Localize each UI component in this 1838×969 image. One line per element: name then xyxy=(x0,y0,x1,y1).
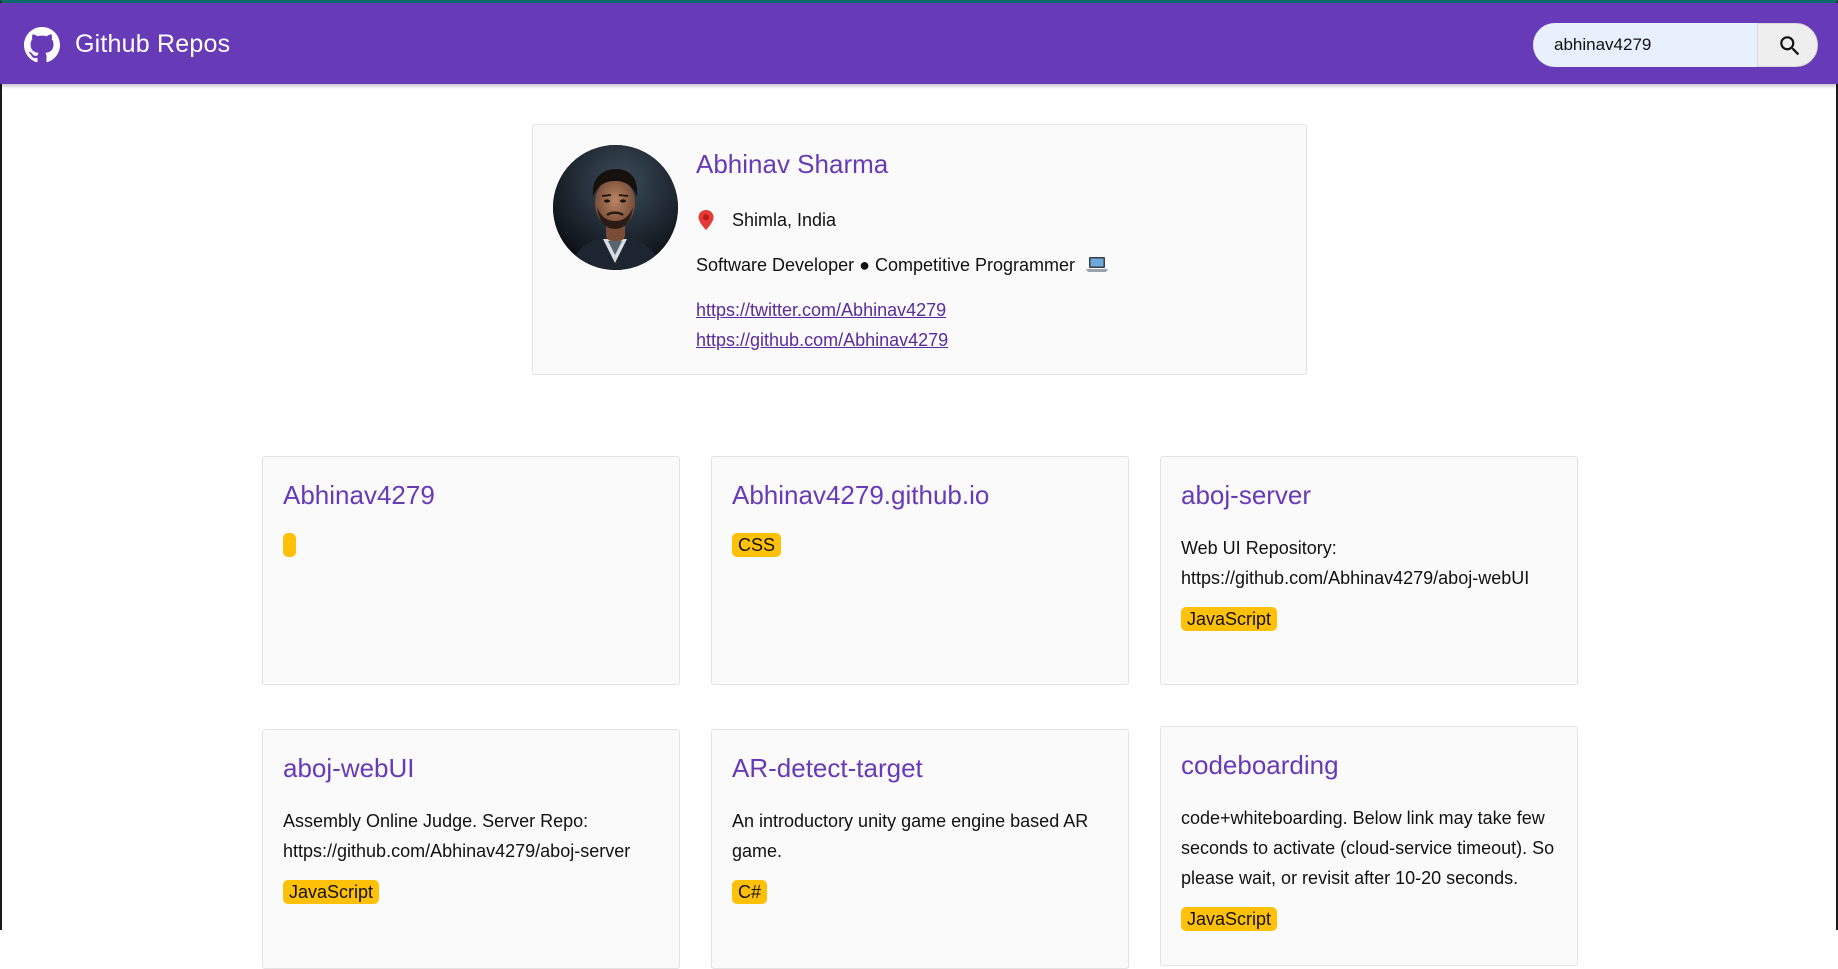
app-title: Github Repos xyxy=(75,30,231,58)
profile-location: Shimla, India xyxy=(732,210,837,230)
repo-card[interactable]: Abhinav4279.github.io CSS xyxy=(711,456,1129,685)
profile-bio: Software Developer ● Competitive Program… xyxy=(696,255,1109,276)
repo-card[interactable]: Abhinav4279 xyxy=(262,456,680,685)
repo-card[interactable]: aboj-webUI Assembly Online Judge. Server… xyxy=(262,729,680,969)
repo-card[interactable]: AR-detect-target An introductory unity g… xyxy=(711,729,1129,969)
repo-description: code+whiteboarding. Below link may take … xyxy=(1181,808,1555,888)
repo-description: Assembly Online Judge. Server Repo: http… xyxy=(283,811,631,861)
language-badge: C# xyxy=(732,880,768,904)
twitter-link[interactable]: https://twitter.com/Abhinav4279 xyxy=(696,300,946,321)
language-badge: JavaScript xyxy=(1181,907,1278,931)
language-badge: JavaScript xyxy=(1181,607,1278,631)
repo-name[interactable]: AR-detect-target xyxy=(732,752,1108,784)
search-icon xyxy=(1780,36,1800,56)
app-header: Github Repos xyxy=(0,3,1838,84)
avatar-image xyxy=(553,145,678,270)
repo-name[interactable]: aboj-server xyxy=(1181,479,1557,511)
github-profile-link[interactable]: https://github.com/Abhinav4279 xyxy=(696,330,948,351)
repo-description: An introductory unity game engine based … xyxy=(732,811,1089,861)
profile-bio-text: Software Developer ● Competitive Program… xyxy=(696,255,1076,275)
language-badge: JavaScript xyxy=(283,880,380,904)
profile-name: Abhinav Sharma xyxy=(696,149,889,179)
pin-icon xyxy=(698,210,714,230)
repo-name[interactable]: aboj-webUI xyxy=(283,752,659,784)
repo-name[interactable]: Abhinav4279 xyxy=(283,479,659,511)
search-button[interactable] xyxy=(1757,23,1818,67)
repo-card[interactable]: codeboarding code+whiteboarding. Below l… xyxy=(1160,726,1578,966)
repo-name[interactable]: Abhinav4279.github.io xyxy=(732,479,1108,511)
github-icon[interactable] xyxy=(24,27,60,63)
laptop-icon xyxy=(1086,257,1109,272)
repo-description: Web UI Repository: https://github.com/Ab… xyxy=(1181,538,1530,588)
profile-card: Abhinav Sharma Shimla, India Software De… xyxy=(532,124,1307,375)
repo-name[interactable]: codeboarding xyxy=(1181,749,1557,781)
language-badge xyxy=(283,533,296,557)
language-badge: CSS xyxy=(732,533,782,557)
search-input[interactable] xyxy=(1533,23,1758,67)
repo-card[interactable]: aboj-server Web UI Repository: https://g… xyxy=(1160,456,1578,685)
avatar xyxy=(553,145,678,270)
